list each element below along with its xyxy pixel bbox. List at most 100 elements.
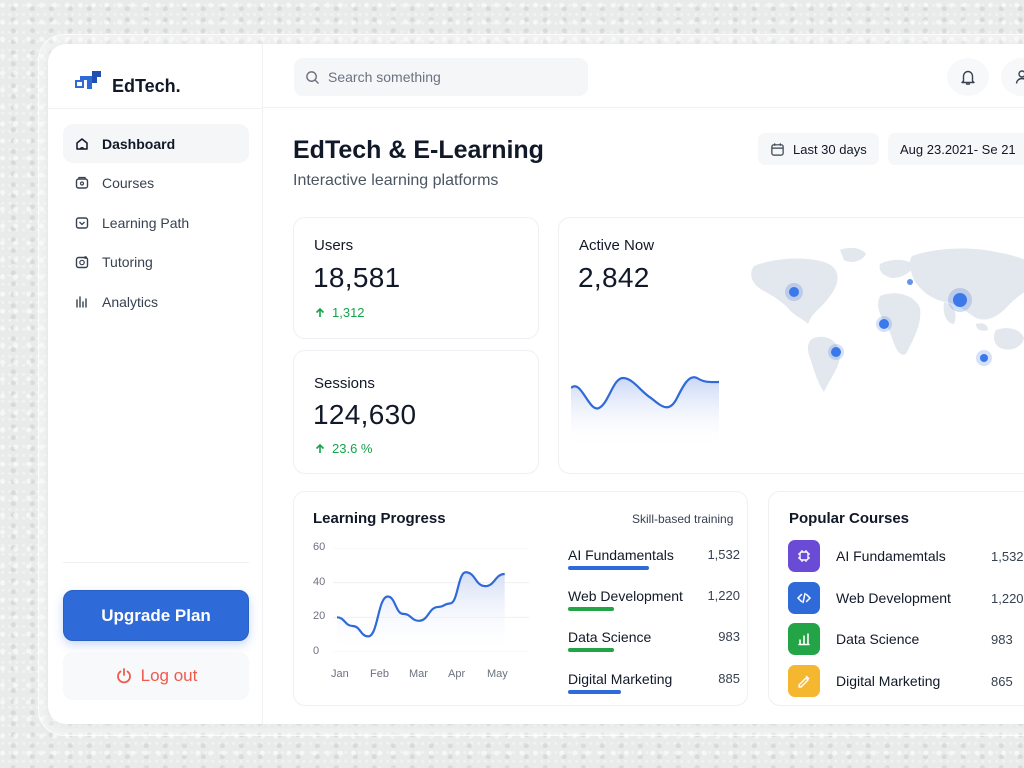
learning-path-icon xyxy=(75,216,89,229)
skill-row[interactable]: Data Science 983 xyxy=(568,629,740,655)
user-icon xyxy=(1015,70,1024,84)
sidebar-divider xyxy=(48,108,263,109)
search-icon xyxy=(306,70,319,84)
sidebar-item-courses[interactable]: Courses xyxy=(63,164,249,203)
brand-logo[interactable]: EdTech. xyxy=(74,66,181,97)
logout-label: Log out xyxy=(140,666,198,685)
skill-value: 1,220 xyxy=(707,588,740,603)
y-tick-label: 0 xyxy=(313,645,320,657)
marketing-icon xyxy=(788,665,820,697)
users-card: Users 18,581 1,312 xyxy=(293,217,539,339)
tutoring-icon xyxy=(75,256,89,269)
sidebar-item-analytics[interactable]: Analytics xyxy=(63,282,249,321)
active-sparkline xyxy=(571,376,720,448)
upgrade-plan-button[interactable]: Upgrade Plan xyxy=(63,590,249,641)
x-tick-label: May xyxy=(487,668,508,680)
active-now-label: Active Now xyxy=(579,237,655,254)
learning-progress-subtitle: Skill-based training xyxy=(632,512,734,526)
sidebar: EdTech. Dashboard Courses Learning Path … xyxy=(48,44,263,724)
users-value: 18,581 xyxy=(313,262,401,293)
course-value: 1,220 xyxy=(991,590,1024,606)
skill-row[interactable]: Web Development 1,220 xyxy=(568,588,740,614)
ai-chip-icon xyxy=(788,540,820,572)
course-name: Digital Marketing xyxy=(836,673,941,689)
x-tick-label: Apr xyxy=(448,668,466,680)
sidebar-item-label: Dashboard xyxy=(102,135,176,152)
skill-progress-bar xyxy=(568,648,614,652)
sessions-value: 124,630 xyxy=(313,399,417,430)
popular-courses-title: Popular Courses xyxy=(789,510,910,527)
sessions-card: Sessions 124,630 23.6 % xyxy=(293,350,539,474)
skill-progress-bar xyxy=(568,690,621,694)
y-tick-label: 40 xyxy=(313,575,326,588)
sidebar-item-learning-path[interactable]: Learning Path xyxy=(63,203,249,242)
learning-progress-chart xyxy=(333,548,529,652)
edtech-logo-icon xyxy=(75,70,101,89)
y-tick-label: 60 xyxy=(313,541,326,553)
notifications-button[interactable] xyxy=(947,58,989,96)
data-chart-icon xyxy=(788,623,820,655)
sidebar-item-label: Courses xyxy=(102,175,155,191)
power-icon xyxy=(116,668,131,684)
analytics-icon xyxy=(76,295,87,308)
course-row[interactable]: Digital Marketing 865 xyxy=(788,665,1024,697)
arrow-up-icon xyxy=(315,307,325,317)
arrow-up-icon xyxy=(315,443,325,453)
users-label: Users xyxy=(314,237,354,254)
sidebar-divider xyxy=(63,562,249,563)
skill-value: 983 xyxy=(718,629,740,644)
x-tick-label: Feb xyxy=(370,668,389,680)
sidebar-nav: Dashboard Courses Learning Path Tutoring… xyxy=(63,124,249,322)
course-row[interactable]: Data Science 983 xyxy=(788,623,1024,655)
world-map xyxy=(751,247,1024,392)
profile-button[interactable] xyxy=(1001,58,1024,96)
code-icon xyxy=(788,582,820,614)
courses-icon xyxy=(75,176,89,189)
course-name: Data Science xyxy=(836,631,920,647)
page-subtitle: Interactive learning platforms xyxy=(293,172,499,189)
x-tick-label: Jan xyxy=(331,668,349,680)
skill-progress-bar xyxy=(568,566,649,570)
skill-name: Data Science xyxy=(568,629,652,645)
brand-name: EdTech. xyxy=(112,76,181,96)
learning-progress-title: Learning Progress xyxy=(313,510,446,527)
x-tick-label: Mar xyxy=(409,668,428,680)
skill-value: 1,532 xyxy=(707,547,740,562)
course-name: Web Development xyxy=(836,590,951,606)
skill-row[interactable]: Digital Marketing 885 xyxy=(568,671,740,697)
logout-button[interactable]: Log out xyxy=(63,652,249,700)
active-now-value: 2,842 xyxy=(578,262,650,293)
page-title: EdTech & E-Learning xyxy=(293,136,544,164)
sidebar-item-label: Tutoring xyxy=(102,254,153,270)
range-selector[interactable]: Last 30 days xyxy=(758,133,879,165)
bell-icon xyxy=(961,70,975,85)
sidebar-item-tutoring[interactable]: Tutoring xyxy=(63,243,249,282)
range-label: Last 30 days xyxy=(793,141,867,157)
calendar-icon xyxy=(771,142,784,156)
skill-name: AI Fundamentals xyxy=(568,547,674,563)
app-window: EdTech. Dashboard Courses Learning Path … xyxy=(48,44,1024,724)
skill-progress-bar xyxy=(568,607,614,611)
users-change: 1,312 xyxy=(314,305,365,320)
course-name: AI Fundamemtals xyxy=(836,548,946,564)
sessions-change: 23.6 % xyxy=(314,441,372,456)
date-range-selector[interactable]: Aug 23.2021- Se 21 xyxy=(888,133,1024,165)
sidebar-item-dashboard[interactable]: Dashboard xyxy=(63,124,249,163)
users-change-value: 1,312 xyxy=(332,305,365,320)
skill-name: Digital Marketing xyxy=(568,671,673,687)
course-row[interactable]: Web Development 1,220 xyxy=(788,582,1024,614)
skill-row[interactable]: AI Fundamentals 1,532 xyxy=(568,547,740,573)
home-icon xyxy=(76,137,88,150)
sessions-label: Sessions xyxy=(314,375,375,392)
sidebar-item-label: Learning Path xyxy=(102,214,190,231)
course-row[interactable]: AI Fundamemtals 1,532 xyxy=(788,540,1024,572)
topbar: Search something xyxy=(263,44,1024,108)
course-value: 983 xyxy=(991,631,1013,647)
course-value: 1,532 xyxy=(991,548,1024,564)
y-tick-label: 20 xyxy=(313,610,326,623)
sidebar-item-label: Analytics xyxy=(102,293,159,310)
course-value: 865 xyxy=(991,673,1013,689)
skill-name: Web Development xyxy=(568,588,683,604)
skill-value: 885 xyxy=(718,671,740,686)
search-input[interactable]: Search something xyxy=(294,58,588,96)
